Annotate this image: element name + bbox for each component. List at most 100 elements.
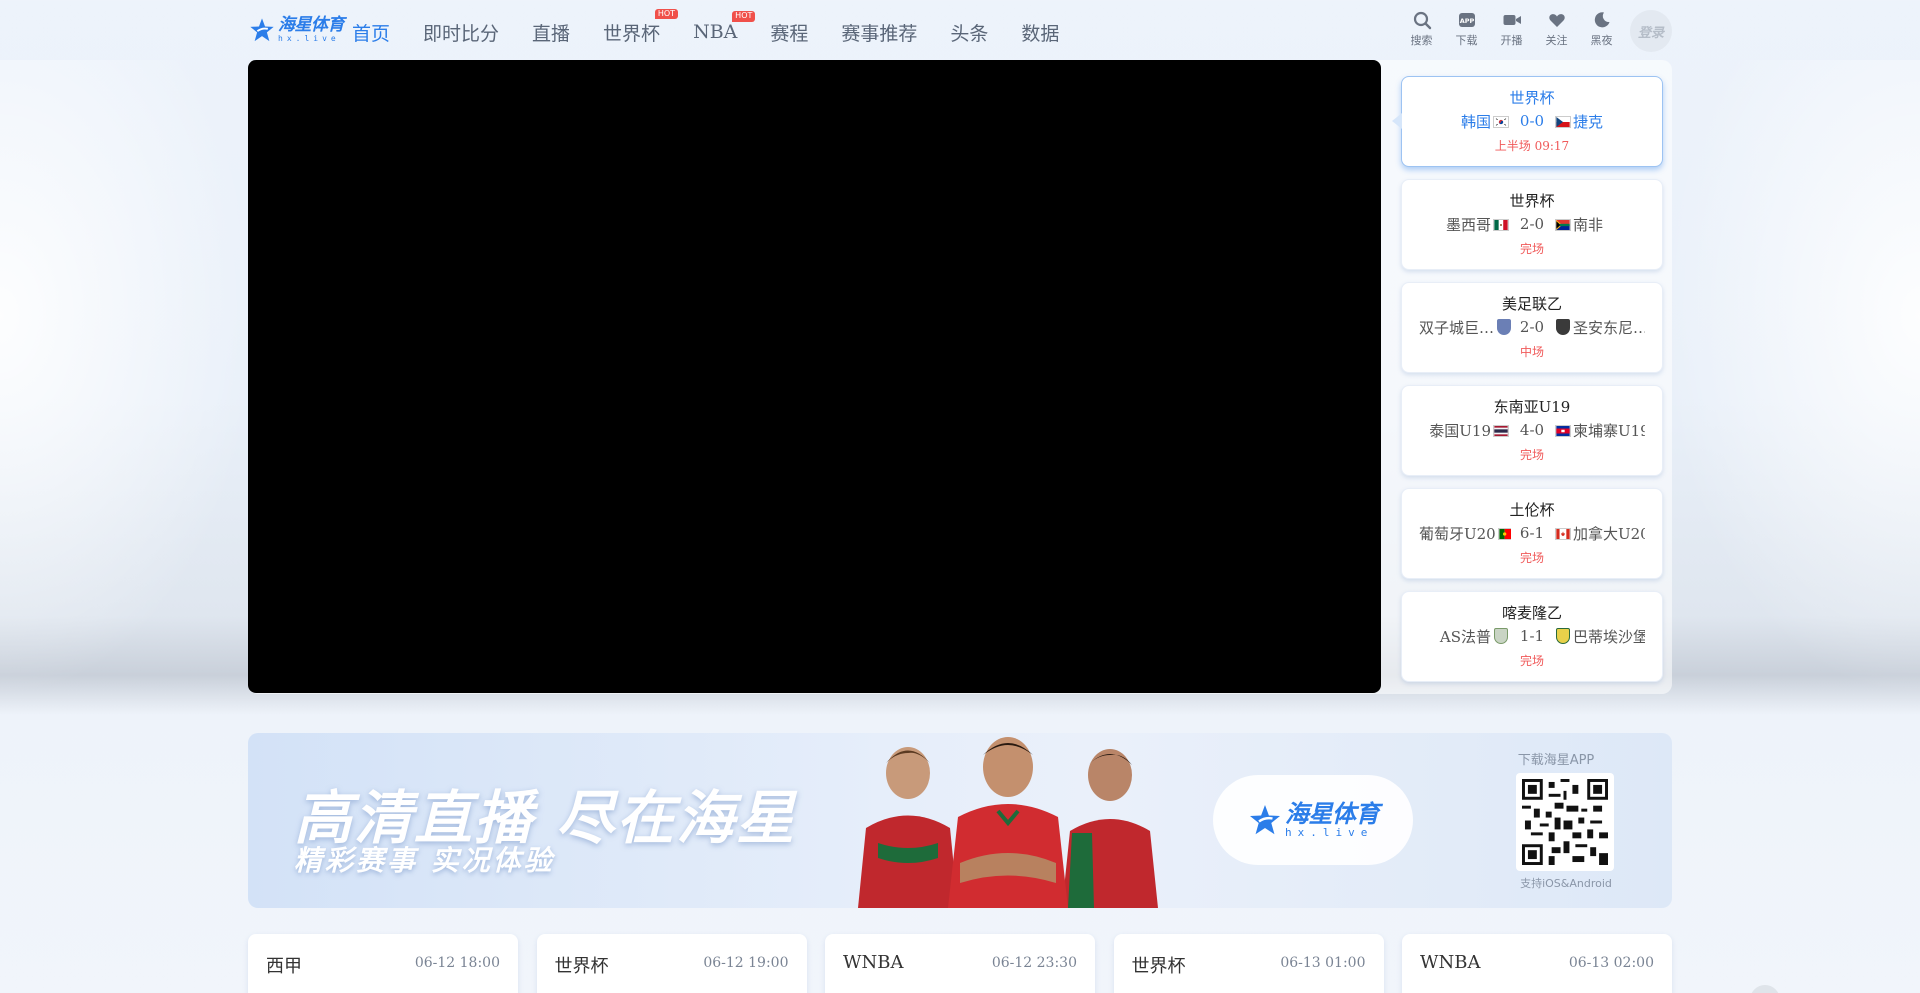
- nav-headlines-label: 头条: [950, 22, 989, 45]
- schedule-time: 06-13 02:00: [1568, 955, 1654, 971]
- nav-live-score-label: 即时比分: [423, 22, 500, 45]
- schedule-time: 06-12 18:00: [414, 955, 500, 971]
- qr-code-icon: [1522, 779, 1608, 865]
- nav-nba[interactable]: NBA HOT: [693, 11, 756, 43]
- match-card[interactable]: 喀麦隆乙 AS法普 1-1 巴蒂埃沙堡 完场: [1401, 591, 1663, 682]
- away-team: 柬埔寨U19: [1553, 420, 1645, 441]
- away-team: 捷克: [1553, 111, 1645, 132]
- home-team-name: 泰国U19: [1429, 421, 1491, 440]
- portugal-flag-icon: [1497, 527, 1511, 540]
- promo-banner[interactable]: 高清直播 尽在海星 精彩赛事 实况体验 海星体育 hx.live 下载海星APP: [248, 733, 1672, 908]
- away-team-name: 巴蒂埃沙堡: [1573, 627, 1645, 646]
- dark-mode-button[interactable]: 黑夜: [1579, 10, 1624, 48]
- schedule-league: WNBA: [1420, 952, 1481, 973]
- nav-data-label: 数据: [1021, 22, 1060, 45]
- czech-flag-icon: [1555, 115, 1571, 128]
- schedule-card[interactable]: 世界杯 06-13 01:00: [1113, 934, 1384, 993]
- nav-recommend[interactable]: 赛事推荐: [841, 15, 917, 46]
- match-status: 完场: [1519, 551, 1544, 565]
- away-team-name: 捷克: [1573, 112, 1604, 131]
- match-status: 完场: [1519, 654, 1544, 668]
- banner-logo-domain: hx.live: [1285, 826, 1374, 839]
- download-button[interactable]: APP 下载: [1444, 10, 1489, 48]
- match-card[interactable]: 美足联乙 双子城巨… 2-0 圣安东尼… 中场: [1401, 282, 1663, 373]
- home-team: 葡萄牙U20: [1419, 523, 1511, 544]
- download-qr-code[interactable]: [1516, 773, 1614, 871]
- schedule-card[interactable]: WNBA 06-13 02:00: [1402, 934, 1672, 993]
- banner-logo: 海星体育 hx.live: [1213, 775, 1413, 865]
- schedule-time: 06-13 01:00: [1280, 955, 1366, 971]
- home-team: 墨西哥: [1419, 214, 1511, 235]
- camera-icon: [1503, 15, 1521, 25]
- nav-live-label: 直播: [532, 22, 571, 45]
- nav-data[interactable]: 数据: [1021, 15, 1059, 46]
- club-badge-icon: [1556, 318, 1570, 335]
- match-card[interactable]: 世界杯 韩国 0-0 捷克 上半场 09:17: [1392, 76, 1663, 167]
- nav-live[interactable]: 直播: [532, 15, 570, 46]
- home-team: AS法普: [1419, 626, 1511, 647]
- home-team-name: AS法普: [1439, 627, 1491, 646]
- schedule-card[interactable]: WNBA 06-12 23:30: [825, 934, 1095, 993]
- cambodia-flag-icon: [1555, 424, 1571, 437]
- scroll-top-button[interactable]: [1750, 985, 1780, 993]
- club-badge-icon: [1494, 627, 1508, 644]
- match-score: 4-0: [1519, 421, 1545, 439]
- nav-nba-label: NBA: [693, 21, 738, 43]
- schedule-card[interactable]: 世界杯 06-12 19:00: [536, 934, 807, 993]
- nav-recommend-label: 赛事推荐: [841, 22, 918, 45]
- away-team: 加拿大U20: [1553, 523, 1645, 544]
- nav-home[interactable]: 首页: [352, 15, 390, 46]
- heart-icon: [1548, 14, 1565, 27]
- star-logo-icon: [250, 18, 274, 42]
- match-league: 喀麦隆乙: [1501, 604, 1562, 622]
- match-status: 中场: [1519, 345, 1544, 359]
- schedule-league: 世界杯: [1131, 956, 1186, 977]
- away-team-name: 圣安东尼…: [1573, 318, 1645, 337]
- match-league: 东南亚U19: [1493, 398, 1571, 416]
- thailand-flag-icon: [1493, 424, 1509, 437]
- hot-badge: HOT: [654, 8, 679, 20]
- background-glow-left: [0, 60, 260, 700]
- follow-button[interactable]: 关注: [1534, 10, 1579, 48]
- match-card[interactable]: 世界杯 墨西哥 2-0 南非 完场: [1401, 179, 1663, 270]
- nav-live-score[interactable]: 即时比分: [423, 15, 499, 46]
- home-team: 韩国: [1419, 111, 1511, 132]
- nav-schedule[interactable]: 赛程: [770, 15, 808, 46]
- video-player[interactable]: [248, 60, 1381, 693]
- logo-title: 海星体育: [278, 15, 345, 35]
- site-logo[interactable]: 海星体育 hx.live: [248, 10, 345, 50]
- search-label: 搜索: [1410, 34, 1433, 47]
- follow-label: 关注: [1545, 34, 1568, 47]
- schedule-card[interactable]: 西甲 06-12 18:00: [248, 934, 518, 993]
- away-team: 南非: [1553, 214, 1645, 235]
- south-africa-flag-icon: [1555, 218, 1571, 231]
- schedule-time: 06-12 19:00: [703, 955, 789, 971]
- match-league: 美足联乙: [1501, 295, 1562, 313]
- match-card[interactable]: 土伦杯 葡萄牙U20 6-1 加拿大U20 完场: [1401, 488, 1663, 579]
- home-team-name: 韩国: [1460, 112, 1491, 131]
- search-icon: [1413, 11, 1431, 30]
- home-team: 泰国U19: [1419, 420, 1511, 441]
- match-score: 2-0: [1519, 318, 1545, 336]
- nav-headlines[interactable]: 头条: [950, 15, 988, 46]
- mexico-flag-icon: [1493, 218, 1509, 231]
- away-team-name: 柬埔寨U19: [1573, 421, 1645, 440]
- login-button[interactable]: 登录: [1630, 10, 1672, 52]
- banner-subtitle: 精彩赛事 实况体验: [294, 844, 555, 877]
- match-score: 1-1: [1519, 627, 1545, 645]
- schedule-league: WNBA: [843, 952, 904, 973]
- top-header: 海星体育 hx.live 首页 即时比分 直播 世界杯 HOT NBA HOT 赛程…: [248, 0, 1672, 60]
- nav-world-cup[interactable]: 世界杯 HOT: [603, 8, 679, 46]
- hot-badge: HOT: [732, 11, 756, 22]
- download-label: 下载: [1455, 34, 1478, 47]
- live-section: 世界杯 韩国 0-0 捷克 上半场 09:17 世界杯 墨西哥 2-0 南非 完…: [248, 60, 1672, 694]
- nav-schedule-label: 赛程: [770, 22, 809, 45]
- match-status: 上半场 09:17: [1494, 139, 1570, 153]
- start-stream-button[interactable]: 开播: [1489, 10, 1534, 48]
- away-team-name: 加拿大U20: [1573, 524, 1645, 543]
- schedule-league: 西甲: [266, 956, 302, 977]
- club-badge-icon: [1497, 318, 1511, 335]
- search-button[interactable]: 搜索: [1399, 10, 1444, 48]
- match-card[interactable]: 东南亚U19 泰国U19 4-0 柬埔寨U19 完场: [1401, 385, 1663, 476]
- match-score: 6-1: [1519, 524, 1545, 542]
